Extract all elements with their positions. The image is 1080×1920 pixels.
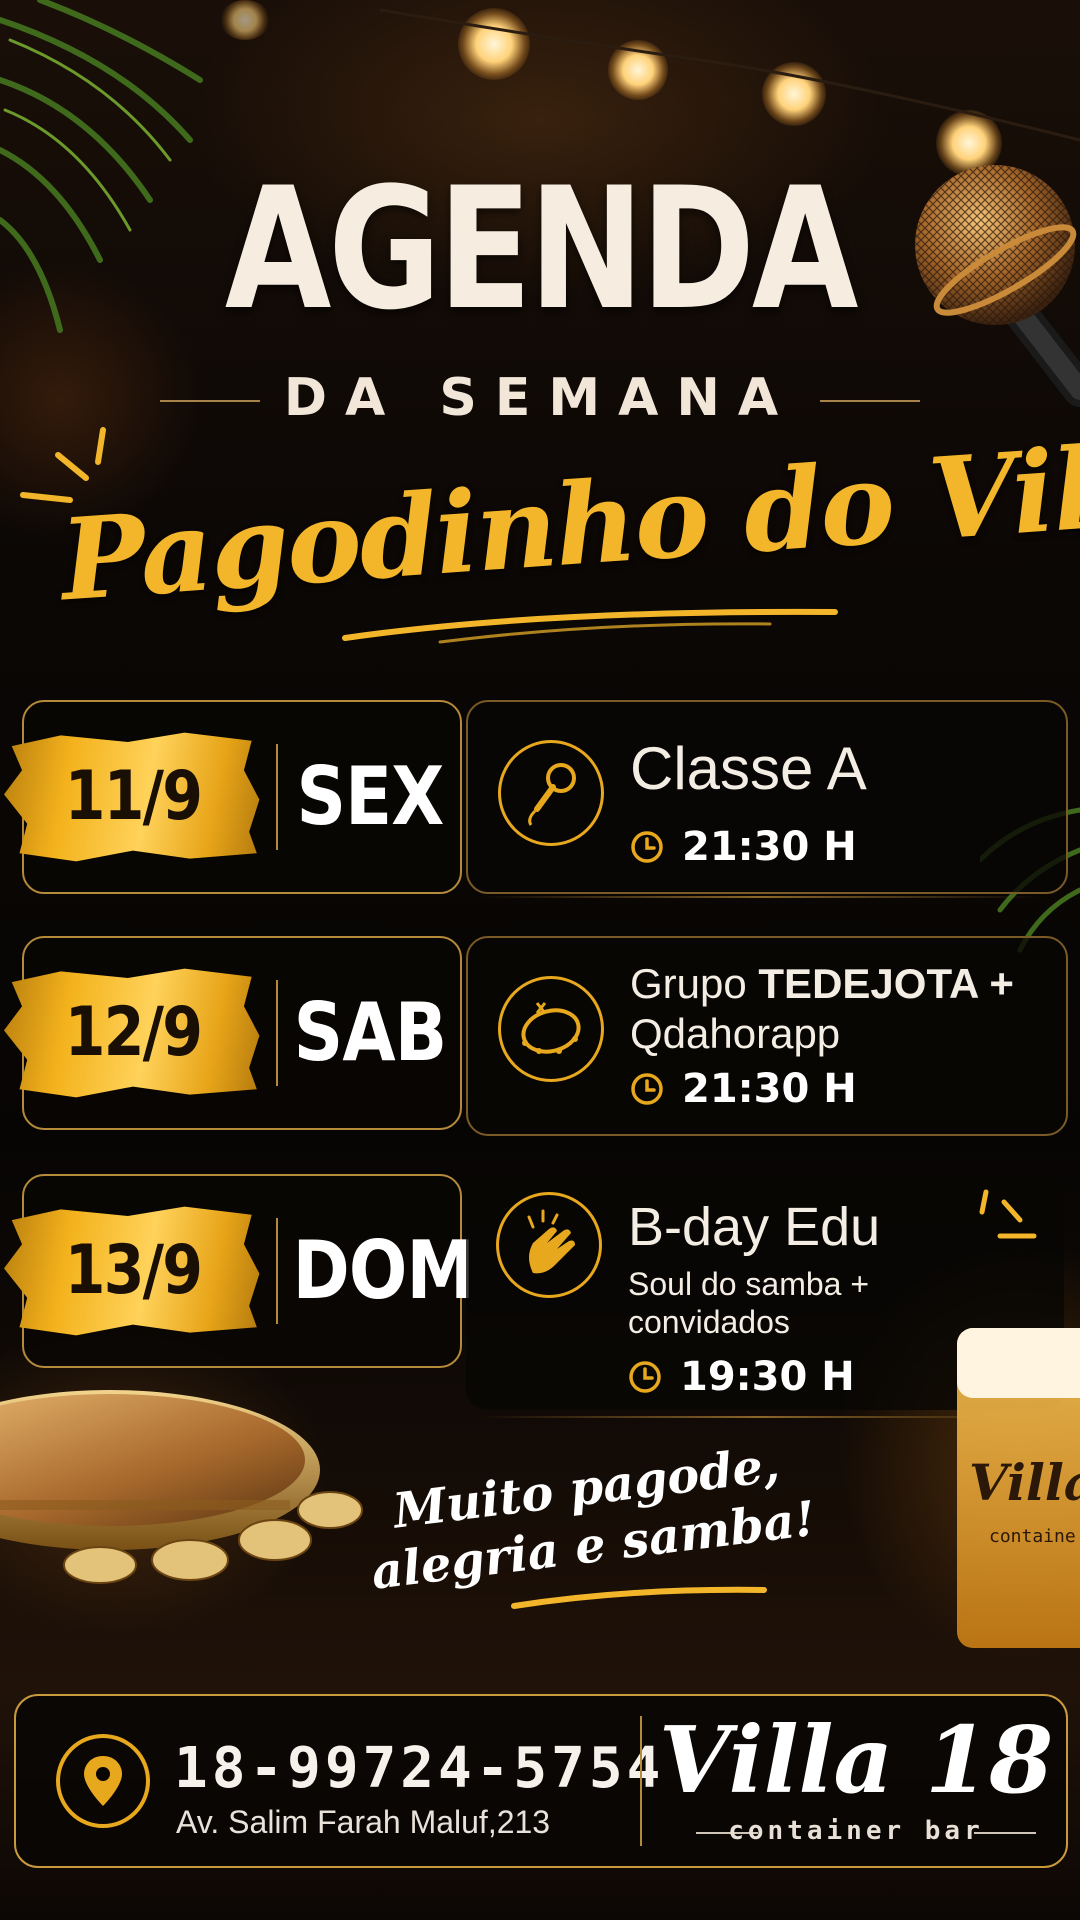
time-row: 21:30 H [630, 824, 857, 870]
time-label: 21:30 H [682, 1066, 857, 1112]
page-title: AGENDA [224, 151, 859, 347]
poster: AGENDA DA SEMANA Pagodinho do Villa 11/9… [0, 0, 1080, 1920]
beer-glass-icon: Villa containe [957, 1328, 1080, 1648]
tambourine-icon [498, 976, 604, 1082]
act-title: B-day Edu [628, 1197, 881, 1257]
day-label: SAB [293, 986, 448, 1079]
act-card: Classe A 21:30 H [466, 700, 1068, 894]
phone-number[interactable]: 18-99724-5754 [174, 1736, 664, 1801]
tambourine-icon [0, 1390, 363, 1584]
date-card: 11/9 SEX [4, 700, 462, 894]
glass-logo: Villa [969, 1453, 1080, 1512]
schedule-row: 11/9 SEX Classe A 21:30 H [0, 700, 1080, 900]
act-title-line2: Qdahorapp [630, 1010, 841, 1057]
act-card: Grupo TEDEJOTA + Qdahorapp 21:30 H [466, 936, 1068, 1136]
divider [276, 980, 278, 1086]
clock-icon [631, 1073, 663, 1105]
divider [480, 896, 1040, 898]
clock-icon [631, 831, 663, 863]
date-label: 12/9 [64, 993, 203, 1072]
act-subtitle: Soul do samba + [628, 1266, 870, 1302]
time-label: 19:30 H [680, 1354, 855, 1400]
date-label: 11/9 [64, 757, 203, 836]
location-pin-icon[interactable] [54, 1732, 152, 1830]
brand-logo: Villa 18 [658, 1706, 1054, 1814]
date-card: 12/9 SAB [4, 936, 462, 1130]
divider [640, 1716, 642, 1846]
footer-card: 18-99724-5754 Av. Salim Farah Maluf,213 … [14, 1694, 1068, 1868]
brand-tagline: container bar [728, 1816, 984, 1846]
schedule-row: 13/9 DOM B-day Edu Soul do samba + convi… [0, 1174, 1080, 1410]
date-card: 13/9 DOM [4, 1174, 475, 1368]
time-row: 19:30 H [628, 1354, 855, 1400]
underline-swash [342, 608, 838, 644]
act-title-bold: TEDEJOTA + [758, 960, 1014, 1007]
address: Av. Salim Farah Maluf,213 [176, 1804, 551, 1840]
act-title: Classe A [630, 735, 867, 802]
event-name: Pagodinho do Villa [56, 415, 1080, 627]
clock-icon [629, 1361, 661, 1393]
glass-logo-sub: containe [989, 1526, 1076, 1547]
clapping-hands-icon [496, 1192, 602, 1298]
underline-swash [511, 1586, 767, 1609]
page-subtitle: DA SEMANA [283, 368, 797, 428]
act-title-prefix: Grupo [630, 960, 759, 1007]
microphone-icon [498, 740, 604, 846]
time-label: 21:30 H [682, 824, 857, 870]
act-title: Grupo TEDEJOTA + [630, 960, 1014, 1008]
day-label: SEX [296, 750, 444, 843]
spark-icon [979, 1189, 1037, 1239]
time-row: 21:30 H [630, 1066, 857, 1112]
divider [276, 1218, 278, 1324]
date-label: 13/9 [64, 1231, 203, 1310]
day-label: DOM [292, 1224, 475, 1317]
schedule-row: 12/9 SAB Grupo TEDEJOTA + Qdahorapp 21:3… [0, 936, 1080, 1136]
divider [276, 744, 278, 850]
act-subtitle: convidados [628, 1304, 790, 1340]
